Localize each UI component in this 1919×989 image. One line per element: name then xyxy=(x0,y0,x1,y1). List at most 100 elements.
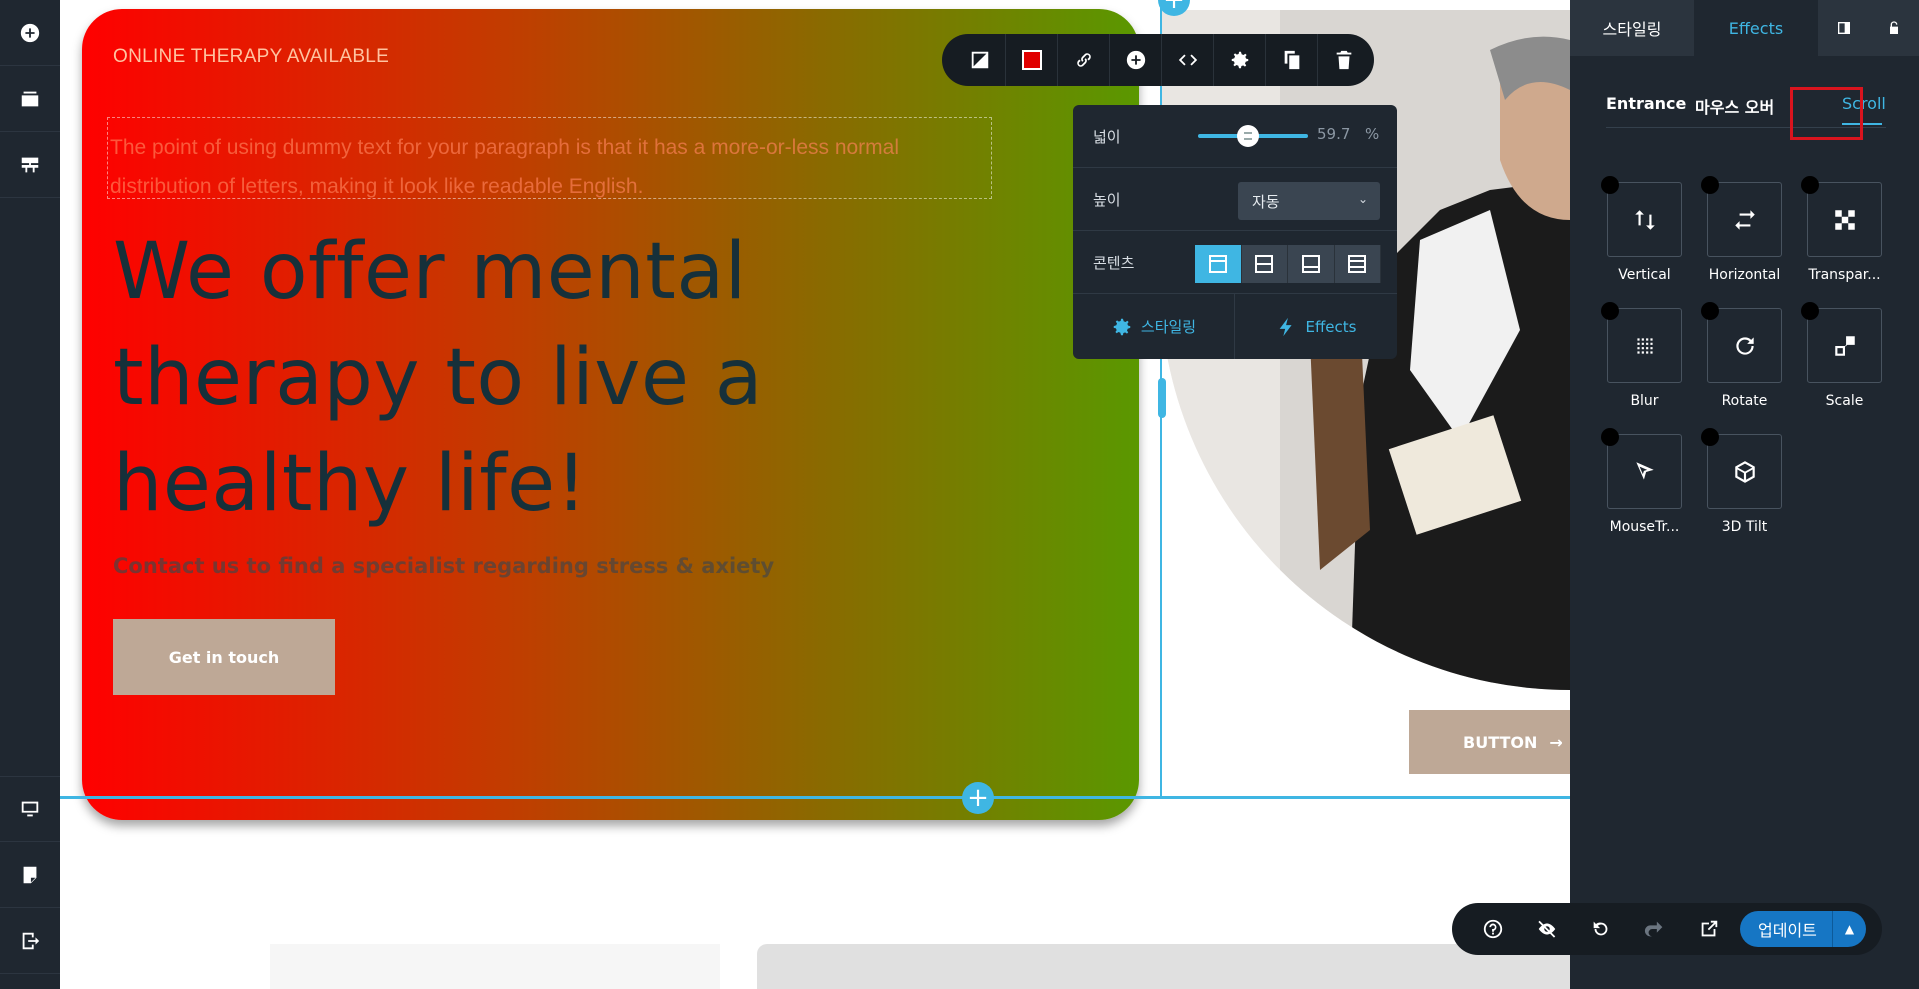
bolt-icon xyxy=(1279,317,1292,336)
width-value[interactable]: 59.7 xyxy=(1317,125,1350,143)
properties-panel: 스타일링 Effects Entrance 마우스 오버 Scroll Vert… xyxy=(1570,0,1919,989)
panel-layout-button[interactable] xyxy=(1818,0,1869,56)
content-row: 콘텐츠 xyxy=(1073,231,1397,294)
update-button[interactable]: 업데이트 ▲ xyxy=(1740,911,1866,947)
help-button[interactable] xyxy=(1466,903,1520,955)
preview-toggle-button[interactable] xyxy=(1520,903,1574,955)
chevron-up-icon[interactable]: ▲ xyxy=(1832,911,1866,947)
effect-scale-tile[interactable] xyxy=(1801,302,1882,383)
tab-effects[interactable]: Effects xyxy=(1694,0,1818,56)
effect-vertical-tile[interactable] xyxy=(1601,176,1682,257)
eye-off-icon xyxy=(1538,920,1556,938)
width-slider-thumb[interactable] xyxy=(1236,125,1259,147)
effect-label: 3D Tilt xyxy=(1721,519,1768,535)
color-button[interactable] xyxy=(1006,34,1058,86)
cursor-icon xyxy=(1635,461,1654,480)
align-middle-button[interactable] xyxy=(1241,245,1288,283)
desktop-view-button[interactable] xyxy=(0,776,60,842)
update-label: 업데이트 xyxy=(1758,921,1817,940)
help-icon xyxy=(1483,919,1503,939)
tab-styling[interactable]: 스타일링 xyxy=(1570,0,1694,56)
add-section-button[interactable]: + xyxy=(962,782,994,814)
height-select-value: 자동 xyxy=(1252,192,1280,211)
sections-button[interactable] xyxy=(0,132,60,198)
gear-icon xyxy=(1231,51,1248,69)
plus-icon: + xyxy=(1163,0,1185,15)
effect-blur-tile[interactable] xyxy=(1601,302,1682,383)
exit-button[interactable] xyxy=(0,908,60,974)
layers-button[interactable] xyxy=(0,66,60,132)
height-row: 높이 자동 ⌄ xyxy=(1073,168,1397,231)
hero-section[interactable]: ONLINE THERAPY AVAILABLE The point of us… xyxy=(82,9,1139,820)
width-label: 넓이 xyxy=(1093,127,1121,146)
effect-rotate[interactable]: Rotate xyxy=(1701,302,1782,409)
gear-icon xyxy=(1113,318,1131,335)
hero-eyebrow[interactable]: ONLINE THERAPY AVAILABLE xyxy=(113,46,389,68)
hero-paragraph[interactable]: The point of using dummy text for your p… xyxy=(107,117,992,199)
effect-label: Transpar... xyxy=(1808,267,1881,283)
content-align-group xyxy=(1195,245,1381,283)
column-resize-handle[interactable] xyxy=(1158,378,1166,418)
undo-button[interactable] xyxy=(1574,903,1628,955)
element-toolbar xyxy=(942,34,1374,86)
add-element-button[interactable] xyxy=(0,0,60,66)
effect-mouse-track[interactable]: MouseTr... xyxy=(1601,428,1682,535)
align-bottom-icon xyxy=(1301,255,1320,273)
effect-3d-tilt-tile[interactable] xyxy=(1701,428,1782,509)
effect-scale[interactable]: Scale xyxy=(1801,302,1882,409)
dimension-popup: 넓이 59.7 % 높이 자동 ⌄ 콘텐츠 스타일링 Effects xyxy=(1073,105,1397,359)
align-middle-icon xyxy=(1255,255,1274,273)
effect-blur[interactable]: Blur xyxy=(1601,302,1682,409)
effect-status-dot xyxy=(1801,302,1819,320)
external-link-icon xyxy=(1701,920,1718,937)
page-settings-button[interactable] xyxy=(0,842,60,908)
effect-label: Rotate xyxy=(1721,393,1768,409)
redo-icon xyxy=(1644,921,1663,937)
align-top-button[interactable] xyxy=(1195,245,1242,283)
horizontal-arrows-icon xyxy=(1734,209,1755,230)
effect-transparency-tile[interactable] xyxy=(1801,176,1882,257)
height-select[interactable]: 자동 ⌄ xyxy=(1238,182,1380,220)
effect-transparency[interactable]: Transpar... xyxy=(1801,176,1882,283)
link-icon xyxy=(1076,53,1091,67)
effect-3d-tilt[interactable]: 3D Tilt xyxy=(1701,428,1782,535)
width-unit: % xyxy=(1365,125,1380,143)
hero-title[interactable]: We offer mental therapy to live a health… xyxy=(113,219,833,537)
unlock-button[interactable] xyxy=(1869,0,1919,56)
layers-icon xyxy=(21,91,39,106)
effect-rotate-tile[interactable] xyxy=(1701,302,1782,383)
align-bottom-button[interactable] xyxy=(1288,245,1335,283)
align-top-icon xyxy=(1208,255,1227,273)
align-spread-button[interactable] xyxy=(1334,245,1381,283)
open-external-button[interactable] xyxy=(1682,903,1736,955)
popup-styling-label: 스타일링 xyxy=(1140,318,1197,336)
settings-button[interactable] xyxy=(1214,34,1266,86)
transparency-icon xyxy=(1834,209,1855,230)
panel-tabs: 스타일링 Effects xyxy=(1570,0,1919,56)
effect-horizontal-tile[interactable] xyxy=(1701,176,1782,257)
popup-footer: 스타일링 Effects xyxy=(1073,294,1397,359)
sub-tab-entrance[interactable]: Entrance xyxy=(1606,94,1686,113)
effect-horizontal[interactable]: Horizontal xyxy=(1701,176,1782,283)
hero-subtitle[interactable]: Contact us to find a specialist regardin… xyxy=(113,554,774,578)
code-button[interactable] xyxy=(1162,34,1214,86)
popup-styling-button[interactable]: 스타일링 xyxy=(1073,294,1235,359)
delete-button[interactable] xyxy=(1318,34,1370,86)
duplicate-button[interactable] xyxy=(1266,34,1318,86)
sub-tab-mouse-over[interactable]: 마우스 오버 xyxy=(1695,94,1774,118)
plus-circle-icon xyxy=(1126,50,1145,70)
contrast-icon xyxy=(971,51,988,69)
popup-effects-button[interactable]: Effects xyxy=(1235,294,1397,359)
effect-vertical[interactable]: Vertical xyxy=(1601,176,1682,283)
link-button[interactable] xyxy=(1058,34,1110,86)
get-in-touch-button[interactable]: Get in touch xyxy=(113,619,335,695)
secondary-button[interactable]: BUTTON → xyxy=(1409,710,1570,774)
rotate-icon xyxy=(1735,336,1754,355)
effect-mouse-track-tile[interactable] xyxy=(1601,428,1682,509)
monitor-icon xyxy=(21,801,39,817)
redo-button[interactable] xyxy=(1628,903,1682,955)
add-child-button[interactable] xyxy=(1110,34,1162,86)
left-toolbar xyxy=(0,0,60,989)
effect-status-dot xyxy=(1801,176,1819,194)
background-button[interactable] xyxy=(954,34,1006,86)
